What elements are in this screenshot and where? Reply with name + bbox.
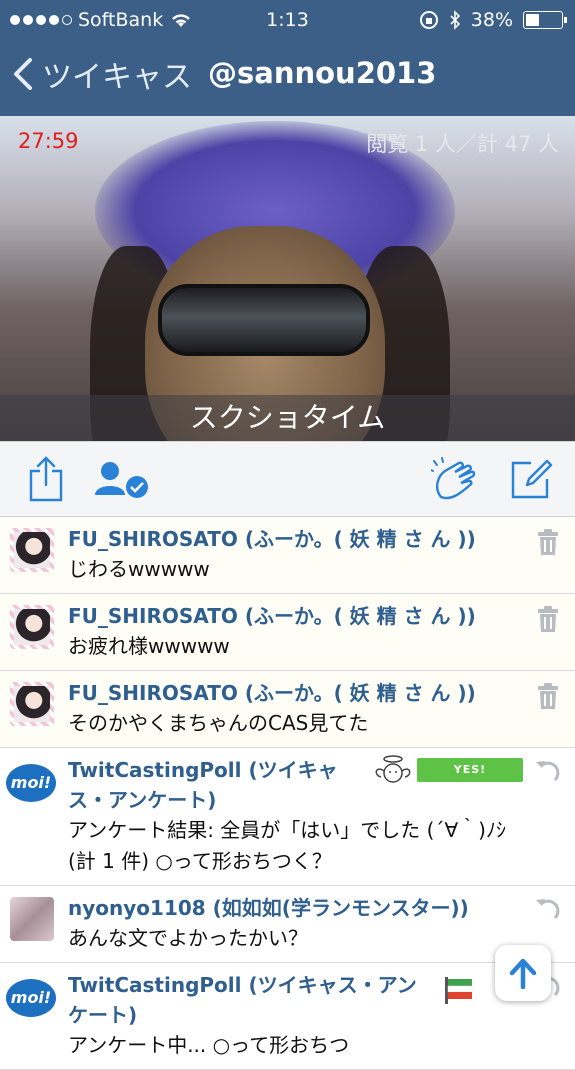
- live-video[interactable]: 27:59 閲覧 1 人／計 47 人 スクショタイム: [0, 116, 575, 441]
- battery-percent: 38%: [470, 9, 513, 31]
- status-right: 38%: [419, 9, 567, 31]
- viewer-count: 閲覧 1 人／計 47 人: [366, 132, 559, 156]
- comment-item: moi! YES! TwitCastingPoll (ツイキャス・アンケート) …: [0, 748, 575, 886]
- rotation-lock-icon: [419, 11, 438, 29]
- bluetooth-icon: [450, 10, 460, 30]
- comment-text: お疲れ様wwwww: [68, 634, 230, 658]
- battery-icon: [523, 11, 567, 29]
- reply-icon[interactable]: [533, 896, 563, 926]
- reply-icon[interactable]: [533, 758, 563, 788]
- arrow-up-icon: [509, 958, 537, 989]
- comment-text: そのかやくまちゃんのCAS見てた: [68, 711, 369, 735]
- comment-item: FU_SHIROSATO (ふーか。( 妖 精 さ ん )) じわるwwwww: [0, 517, 575, 594]
- comment-text: アンケート結果: 全員が「はい」でした (´∀｀)ﾉｼ (計 1 件) ○って形…: [68, 818, 506, 873]
- share-icon: [29, 456, 63, 502]
- clap-button[interactable]: [430, 454, 480, 504]
- flag-icon: [445, 977, 473, 1004]
- battery-fill: [526, 14, 539, 26]
- clap-icon: [431, 457, 476, 500]
- avatar[interactable]: [10, 897, 54, 941]
- chevron-left-icon: [14, 58, 32, 90]
- compose-button[interactable]: [508, 454, 554, 504]
- avatar[interactable]: [10, 605, 54, 649]
- comment-username[interactable]: FU_SHIROSATO (ふーか。( 妖 精 さ ん )): [68, 524, 517, 554]
- follow-button[interactable]: [92, 454, 152, 504]
- comment-item: nyonyo1108 (如如如(学ランモンスター)) あんな文でよかったかい？: [0, 886, 575, 963]
- comment-item: FU_SHIROSATO (ふーか。( 妖 精 さ ん )) そのかやくまちゃん…: [0, 671, 575, 748]
- trash-icon[interactable]: [533, 604, 563, 634]
- video-frame-glasses: [158, 284, 370, 356]
- avatar[interactable]: moi!: [6, 764, 56, 802]
- share-button[interactable]: [26, 454, 66, 504]
- trash-icon[interactable]: [533, 681, 563, 711]
- status-bar: SoftBank 1:13 38%: [0, 0, 575, 40]
- avatar[interactable]: [10, 528, 54, 572]
- comment-username[interactable]: FU_SHIROSATO (ふーか。( 妖 精 さ ん )): [68, 601, 517, 631]
- yes-badge-wrap: YES!: [417, 758, 523, 782]
- page-title: @sannou2013: [208, 56, 437, 90]
- comment-text: じわるwwwww: [68, 557, 210, 581]
- elapsed-timer: 27:59: [18, 129, 79, 153]
- back-button[interactable]: ツイキャス: [12, 52, 192, 96]
- comment-item: moi! TwitCastingPoll (ツイキャス・アンケート) アンケート…: [0, 963, 575, 1070]
- comment-text: アンケート中... ○って形おちつ: [68, 1033, 350, 1057]
- status-badge: YES!: [417, 758, 523, 782]
- follow-user-icon: [95, 462, 148, 498]
- comment-text: あんな文でよかったかい？: [68, 926, 308, 950]
- avatar[interactable]: moi!: [6, 979, 56, 1017]
- avatar[interactable]: [10, 682, 54, 726]
- broadcast-caption: スクショタイム: [0, 395, 575, 441]
- action-toolbar: [0, 441, 575, 517]
- comment-item: FU_SHIROSATO (ふーか。( 妖 精 さ ん )) お疲れ様wwwww: [0, 594, 575, 671]
- comment-username[interactable]: FU_SHIROSATO (ふーか。( 妖 精 さ ん )): [68, 678, 517, 708]
- comment-username[interactable]: nyonyo1108 (如如如(学ランモンスター)): [68, 893, 517, 923]
- navigation-bar: ツイキャス @sannou2013: [0, 40, 575, 116]
- angel-icon: [371, 755, 415, 791]
- compose-icon: [511, 459, 553, 499]
- scroll-to-top-button[interactable]: [495, 945, 551, 1001]
- comment-list[interactable]: FU_SHIROSATO (ふーか。( 妖 精 さ ん )) じわるwwwww …: [0, 517, 575, 1070]
- trash-icon[interactable]: [533, 527, 563, 557]
- back-label: ツイキャス: [42, 60, 192, 95]
